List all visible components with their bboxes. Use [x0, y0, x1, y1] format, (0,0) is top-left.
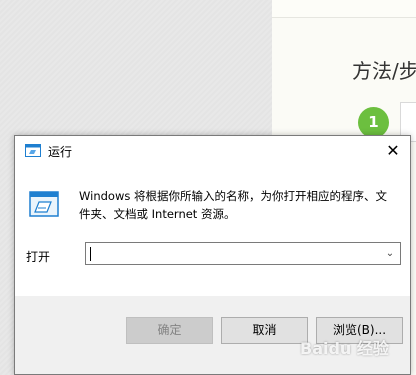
page-top-bar — [272, 0, 416, 18]
title-bar[interactable]: 运行 ✕ — [15, 136, 410, 166]
dialog-title: 运行 — [48, 145, 73, 159]
chevron-down-icon[interactable]: ⌄ — [383, 244, 397, 263]
dialog-description: Windows 将根据你所输入的名称，为你打开相应的程序、文件夹、文档或 Int… — [79, 189, 387, 221]
cancel-button[interactable]: 取消 — [221, 317, 308, 344]
close-button[interactable]: ✕ — [376, 136, 410, 166]
run-icon — [25, 144, 41, 157]
watermark: Baidu 经验 — [300, 339, 389, 358]
page-heading: 方法/步 — [352, 59, 416, 83]
run-icon-large — [29, 191, 59, 217]
dialog-content: Windows 将根据你所输入的名称，为你打开相应的程序、文件夹、文档或 Int… — [15, 166, 410, 296]
open-combobox[interactable]: ⌄ — [85, 242, 401, 265]
open-label: 打开 — [26, 250, 51, 264]
text-caret — [90, 247, 91, 261]
ok-button[interactable]: 确定 — [126, 317, 213, 344]
step-number-badge: 1 — [358, 107, 389, 138]
